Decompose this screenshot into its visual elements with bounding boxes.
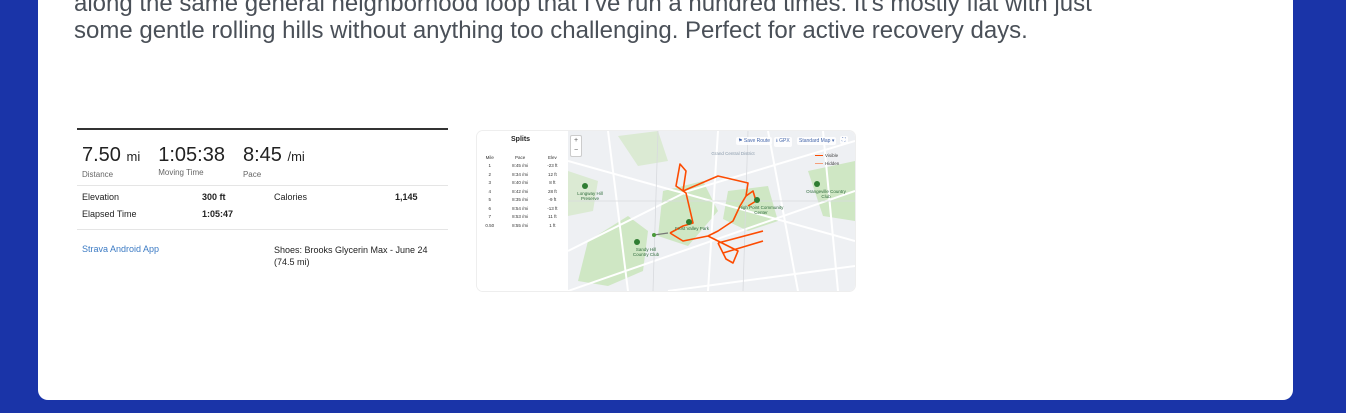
splits-table: Mile Pace Elev 1 8:45 /mi -23 ft 2 8:34 /mi… [479, 153, 565, 230]
map-type-label: Standard Map [799, 138, 831, 144]
map-place-label: High Point Community Center [738, 205, 784, 215]
table-row: 4 8:42 /mi 28 ft [479, 187, 565, 196]
map-place-label: Longway Hill Preserve [577, 191, 603, 201]
save-route-button[interactable]: ⚑ Save Route [736, 137, 773, 145]
splits-header-mile: Mile [485, 154, 494, 160]
park-pin-icon [814, 181, 820, 187]
elevation-value: 300 ft [202, 192, 226, 202]
moving-time-value: 1:05:38 [158, 144, 225, 166]
shoes-info: Shoes: Brooks Glycerin Max - June 24 (74… [274, 245, 428, 267]
table-row: 7 8:53 /mi 11 ft [479, 213, 565, 222]
zoom-in-icon[interactable]: + [571, 136, 581, 146]
splits-header-row: Mile Pace Elev [479, 153, 565, 162]
split-mile: 7 [488, 214, 491, 220]
chevron-down-icon: ▾ [831, 138, 835, 144]
split-pace: 8:34 /mi [512, 171, 529, 177]
fullscreen-icon: ⛶ [842, 137, 846, 143]
table-row: 2 8:34 /mi 12 ft [479, 170, 565, 179]
distance-value: 7.50 [82, 144, 121, 166]
pace-label: Pace [242, 170, 262, 179]
zoom-control[interactable]: + − [570, 135, 582, 157]
calories-label: Calories [274, 192, 308, 202]
gpx-button[interactable]: ⭳ GPX [774, 137, 792, 147]
split-pace: 8:35 /mi [512, 197, 529, 203]
splits-title: Splits [511, 136, 531, 143]
map-place-label: Sandy Hill Country Club [632, 247, 660, 257]
park-pin-icon [634, 239, 640, 245]
split-elev: 8 ft [549, 180, 556, 186]
device-link[interactable]: Strava Android App [82, 244, 159, 254]
route-map-widget: Splits Mile Pace Elev 1 8:45 /mi -23 ft 28… [477, 131, 855, 291]
moving-time-stat: 1:05:38 Moving Time [158, 144, 225, 179]
pace-value: 8:45 [242, 144, 282, 166]
gpx-label: GPX [779, 138, 790, 144]
split-mile: 4 [488, 188, 491, 194]
split-elev: 11 ft [548, 214, 557, 220]
split-mile: 1 [488, 163, 491, 169]
post-text-line1: along the same general neighborhood loop… [74, 0, 1092, 17]
calories-value: 1,145 [395, 192, 418, 202]
activity-stats-panel: 7.50 mi Distance 1:05:38 Moving Time 8:4… [77, 128, 448, 290]
elapsed-time-value: 1:05:47 [202, 209, 234, 219]
elevation-label: Elevation [82, 192, 120, 202]
split-pace: 8:54 /mi [512, 205, 529, 211]
bookmark-icon: ⚑ [738, 138, 743, 144]
elapsed-time-label: Elapsed Time [82, 209, 137, 219]
map-place-label: Grand Central District [711, 151, 755, 156]
legend-hidden: Hidden [815, 161, 839, 166]
save-route-label: Save Route [743, 138, 771, 144]
divider [77, 229, 448, 230]
pace-stat: 8:45 /mi Pace [243, 144, 305, 179]
table-row: 5 8:35 /mi -9 ft [479, 196, 565, 205]
split-mile: 3 [488, 180, 491, 186]
park-pin-icon [582, 183, 588, 189]
map-place-label: Frost Valley Park [675, 226, 709, 231]
map-place-label: Orangeville Country Club [806, 189, 846, 199]
distance-stat: 7.50 mi Distance [82, 144, 140, 179]
split-mile: 2 [488, 171, 491, 177]
divider [77, 185, 448, 186]
split-pace: 8:53 /mi [512, 214, 529, 220]
split-elev: 12 ft [548, 171, 557, 177]
splits-panel: Splits Mile Pace Elev 1 8:45 /mi -23 ft 28… [477, 131, 567, 291]
legend-visible: Visible [815, 153, 839, 158]
legend-visible-label: Visible [825, 153, 839, 158]
fullscreen-button[interactable]: ⛶ [840, 136, 848, 144]
park-pin-icon [754, 197, 760, 203]
split-mile: 5 [488, 197, 491, 203]
download-icon: ⭳ [776, 138, 778, 144]
map-type-select[interactable]: Standard Map ▾ [797, 137, 837, 145]
table-row: 3 8:40 /mi 8 ft [479, 179, 565, 188]
pace-unit: /mi [287, 149, 305, 164]
split-pace: 8:42 /mi [512, 188, 529, 194]
route-legend: Visible Hidden [815, 153, 839, 169]
split-mile: 6 [488, 205, 491, 211]
distance-label: Distance [82, 170, 114, 179]
route-map[interactable]: + − ⚑ Save Route ⭳ GPX Standard Map ▾ ⛶ … [568, 131, 855, 291]
table-row: 0.50 8:55 /mi 1 ft [479, 221, 565, 230]
splits-header-pace: Pace [515, 154, 526, 160]
split-elev: -9 ft [548, 197, 557, 203]
park-pin-icon [686, 219, 692, 225]
distance-unit: mi [126, 149, 141, 164]
split-elev: -13 ft [547, 205, 558, 211]
split-pace: 8:55 /mi [512, 222, 529, 228]
legend-hidden-label: Hidden [825, 161, 840, 166]
split-mile: 0.50 [485, 222, 495, 228]
post-text-line2: some gentle rolling hills without anythi… [74, 17, 1028, 44]
table-row: 6 8:54 /mi -13 ft [479, 204, 565, 213]
activity-headline-stats: 7.50 mi Distance 1:05:38 Moving Time 8:4… [82, 144, 305, 179]
split-elev: -23 ft [547, 163, 558, 169]
zoom-out-icon[interactable]: − [571, 146, 581, 156]
split-elev: 28 ft [548, 188, 557, 194]
split-elev: 1 ft [549, 222, 556, 228]
splits-header-elev: Elev [548, 154, 557, 160]
split-pace: 8:45 /mi [512, 163, 529, 169]
table-row: 1 8:45 /mi -23 ft [479, 162, 565, 171]
moving-time-label: Moving Time [158, 168, 204, 177]
split-pace: 8:40 /mi [512, 180, 529, 186]
